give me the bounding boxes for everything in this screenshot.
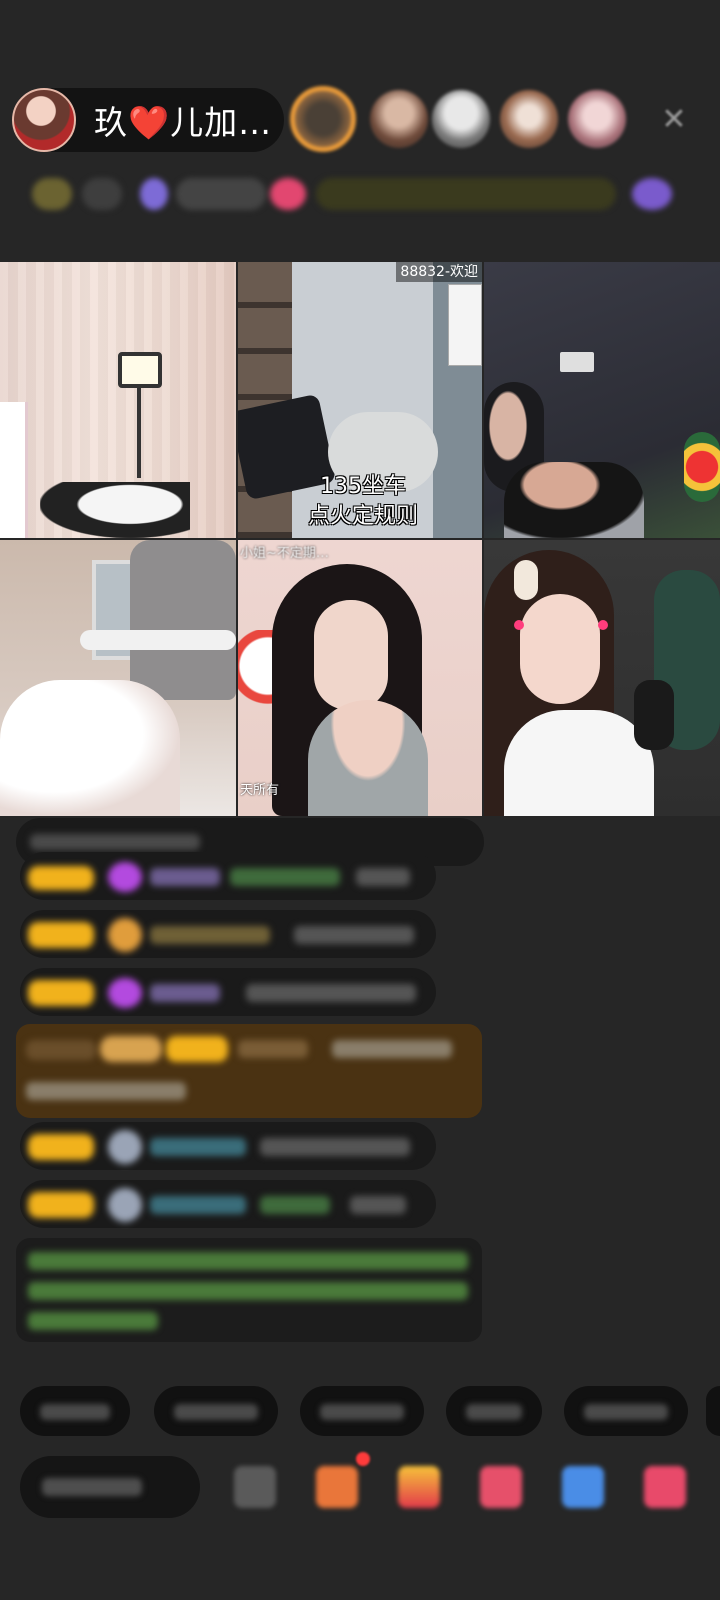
popularity-text xyxy=(176,178,266,210)
quick-action-chips xyxy=(20,1386,720,1438)
chat-message xyxy=(20,910,436,958)
quick-chip-2[interactable] xyxy=(154,1386,278,1436)
corner-caption-bottom: 天所有 xyxy=(240,783,280,798)
video-tile-4[interactable] xyxy=(0,540,236,816)
viewer-avatar-4[interactable] xyxy=(500,90,558,148)
gift-icon[interactable] xyxy=(644,1466,686,1508)
guard-icon[interactable] xyxy=(632,178,672,210)
shelf xyxy=(0,402,28,538)
bunny-ear xyxy=(514,560,538,600)
chair-arm xyxy=(80,630,236,650)
caption-line-1: 135坐车 xyxy=(320,474,406,499)
bottom-action-bar xyxy=(20,1452,720,1536)
quick-chip-5[interactable] xyxy=(564,1386,688,1436)
microphone xyxy=(634,680,674,750)
chat-message xyxy=(20,1122,436,1170)
light-stand xyxy=(137,388,141,478)
host-name[interactable]: 玖❤️儿加… xyxy=(94,96,272,144)
gem-icon xyxy=(140,178,168,210)
face xyxy=(314,600,388,710)
chat-message xyxy=(20,1180,436,1228)
chair-back xyxy=(130,540,236,700)
video-tile-2[interactable]: 88832-欢迎 135坐车 点火定规则 xyxy=(238,262,482,538)
host-info-pill[interactable]: 玖❤️儿加… xyxy=(12,88,284,152)
viewer-avatar-2[interactable] xyxy=(370,90,428,148)
face xyxy=(520,594,600,704)
quick-chip-1[interactable] xyxy=(20,1386,130,1436)
highlighted-chat-message xyxy=(16,1024,482,1118)
heart-sticker xyxy=(514,620,524,630)
person-body xyxy=(504,462,644,538)
host-avatar[interactable] xyxy=(12,88,76,152)
caption-line-2: 点火定规则 xyxy=(307,504,418,529)
heart-sticker xyxy=(598,620,608,630)
video-tile-1[interactable] xyxy=(0,262,236,538)
heart-icon[interactable] xyxy=(270,178,306,210)
video-tile-3[interactable] xyxy=(484,262,720,538)
top-bar: 玖❤️儿加… ✕ xyxy=(12,86,712,156)
corner-caption-top: 小姐~不定期… xyxy=(240,546,329,561)
chat-message xyxy=(20,968,436,1016)
viewer-avatar-1[interactable] xyxy=(290,86,356,152)
person-body xyxy=(504,710,654,816)
rank-text xyxy=(82,178,122,210)
stream-info-bar[interactable] xyxy=(20,172,684,216)
quick-chip-3[interactable] xyxy=(300,1386,424,1436)
plush-toy xyxy=(684,432,720,502)
multi-guest-video-grid: 88832-欢迎 135坐车 点火定规则 小姐~不定期… 天所有 xyxy=(0,262,720,816)
gift-box-icon[interactable] xyxy=(316,1466,358,1508)
task-progress-bar[interactable] xyxy=(316,178,616,210)
ring-light xyxy=(118,352,162,388)
treasure-icon[interactable] xyxy=(398,1466,440,1508)
rank-badge[interactable] xyxy=(32,178,72,210)
system-notice-message xyxy=(16,1238,482,1342)
fan-club-icon[interactable] xyxy=(480,1466,522,1508)
chat-message xyxy=(20,852,436,900)
poster xyxy=(448,284,482,366)
chat-message-list[interactable] xyxy=(16,818,496,1363)
video-tile-5[interactable]: 小姐~不定期… 天所有 xyxy=(238,540,482,816)
video-tile-6[interactable] xyxy=(484,540,720,816)
person-silhouette xyxy=(40,482,190,538)
person-body xyxy=(308,700,428,816)
quick-chip-6[interactable] xyxy=(706,1386,720,1436)
person-body xyxy=(0,680,180,816)
emoji-icon[interactable] xyxy=(234,1466,276,1508)
welcome-banner: 88832-欢迎 xyxy=(396,262,482,282)
close-icon[interactable]: ✕ xyxy=(654,100,694,140)
game-icon[interactable] xyxy=(562,1466,604,1508)
room-rules-caption: 135坐车 点火定规则 xyxy=(288,472,438,532)
quick-chip-4[interactable] xyxy=(446,1386,542,1436)
viewer-avatar-3[interactable] xyxy=(432,90,490,148)
viewer-avatar-5[interactable] xyxy=(568,90,626,148)
wall-switch xyxy=(560,352,594,372)
notification-dot xyxy=(356,1452,370,1466)
comment-input[interactable] xyxy=(20,1456,200,1518)
